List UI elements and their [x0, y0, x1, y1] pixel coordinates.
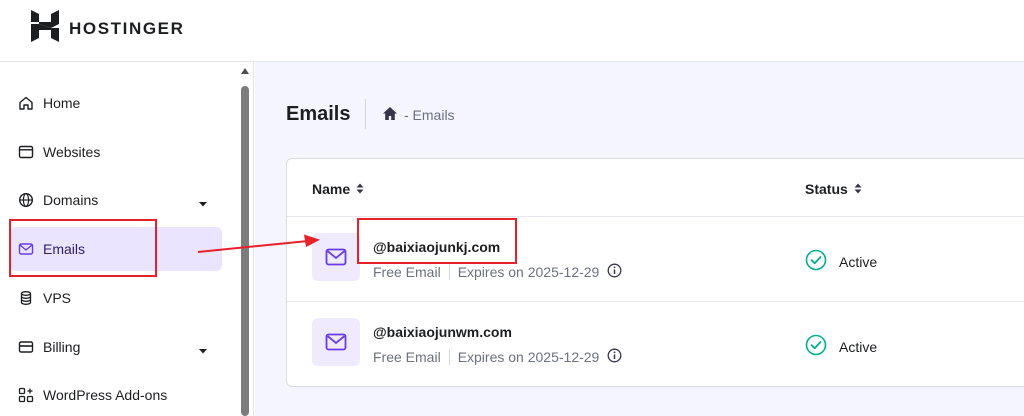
email-expiry: Expires on 2025-12-29	[457, 349, 600, 365]
info-icon[interactable]	[607, 263, 622, 281]
globe-icon	[18, 192, 34, 208]
meta-divider	[448, 264, 450, 280]
annotation-highlight-email-domain	[357, 218, 517, 264]
sort-icon	[356, 181, 364, 197]
status-label: Active	[839, 253, 878, 270]
annotation-highlight-emails-nav	[9, 219, 157, 277]
hostinger-logo-icon	[31, 10, 59, 47]
annotation-arrow-icon	[197, 234, 320, 253]
top-bar: HOSTINGER	[0, 0, 1024, 62]
meta-divider	[448, 349, 450, 365]
status-badge: Active	[805, 334, 877, 359]
mail-icon	[312, 318, 360, 366]
page-title: Emails	[286, 103, 351, 125]
table-row[interactable]: @baixiaojunwm.com Free Email Expires on …	[287, 301, 1024, 386]
status-badge: Active	[805, 249, 877, 274]
check-circle-icon	[805, 249, 827, 274]
home-filled-icon[interactable]	[382, 106, 398, 124]
sidebar-item-billing[interactable]: Billing	[10, 325, 222, 369]
sidebar-item-websites[interactable]: Websites	[10, 130, 222, 174]
sidebar-item-vps[interactable]: VPS	[10, 276, 222, 320]
sidebar-item-label: Domains	[43, 192, 99, 208]
email-domain[interactable]: @baixiaojunwm.com	[373, 324, 512, 340]
email-expiry: Expires on 2025-12-29	[457, 264, 600, 280]
brand-logo[interactable]: HOSTINGER	[31, 10, 184, 47]
grid-plus-icon	[18, 387, 34, 403]
sidebar-item-label: Websites	[43, 144, 101, 160]
server-stack-icon	[18, 290, 34, 306]
browser-window-icon	[18, 144, 34, 160]
home-icon	[18, 95, 34, 111]
email-meta: Free Email Expires on 2025-12-29	[373, 348, 622, 366]
column-header-status[interactable]: Status	[805, 181, 862, 197]
sidebar-item-domains[interactable]: Domains	[10, 178, 222, 222]
status-label: Active	[839, 338, 878, 355]
scroll-up-arrow-icon[interactable]	[241, 68, 249, 74]
sidebar-item-home[interactable]: Home	[10, 81, 222, 125]
breadcrumb-current: - Emails	[404, 107, 455, 123]
chevron-down-icon	[198, 195, 208, 211]
breadcrumb: - Emails	[382, 106, 455, 124]
credit-card-icon	[18, 339, 34, 355]
chevron-down-icon	[198, 342, 208, 358]
email-meta: Free Email Expires on 2025-12-29	[373, 263, 622, 281]
column-header-name[interactable]: Name	[312, 181, 364, 197]
sort-icon	[854, 181, 862, 197]
breadcrumb-divider	[365, 99, 366, 129]
check-circle-icon	[805, 334, 827, 359]
sidebar-item-label: Billing	[43, 339, 81, 355]
sidebar-item-wordpress-addons[interactable]: WordPress Add-ons	[10, 373, 222, 416]
brand-name: HOSTINGER	[69, 18, 185, 38]
sidebar-item-label: WordPress Add-ons	[43, 387, 168, 403]
info-icon[interactable]	[607, 348, 622, 366]
emails-table: Name Status @baixiaojunkj.com Free Email…	[286, 158, 1024, 387]
email-plan: Free Email	[373, 349, 441, 365]
email-plan: Free Email	[373, 264, 441, 280]
sidebar-item-label: VPS	[43, 290, 72, 306]
sidebar-item-label: Home	[43, 95, 81, 111]
